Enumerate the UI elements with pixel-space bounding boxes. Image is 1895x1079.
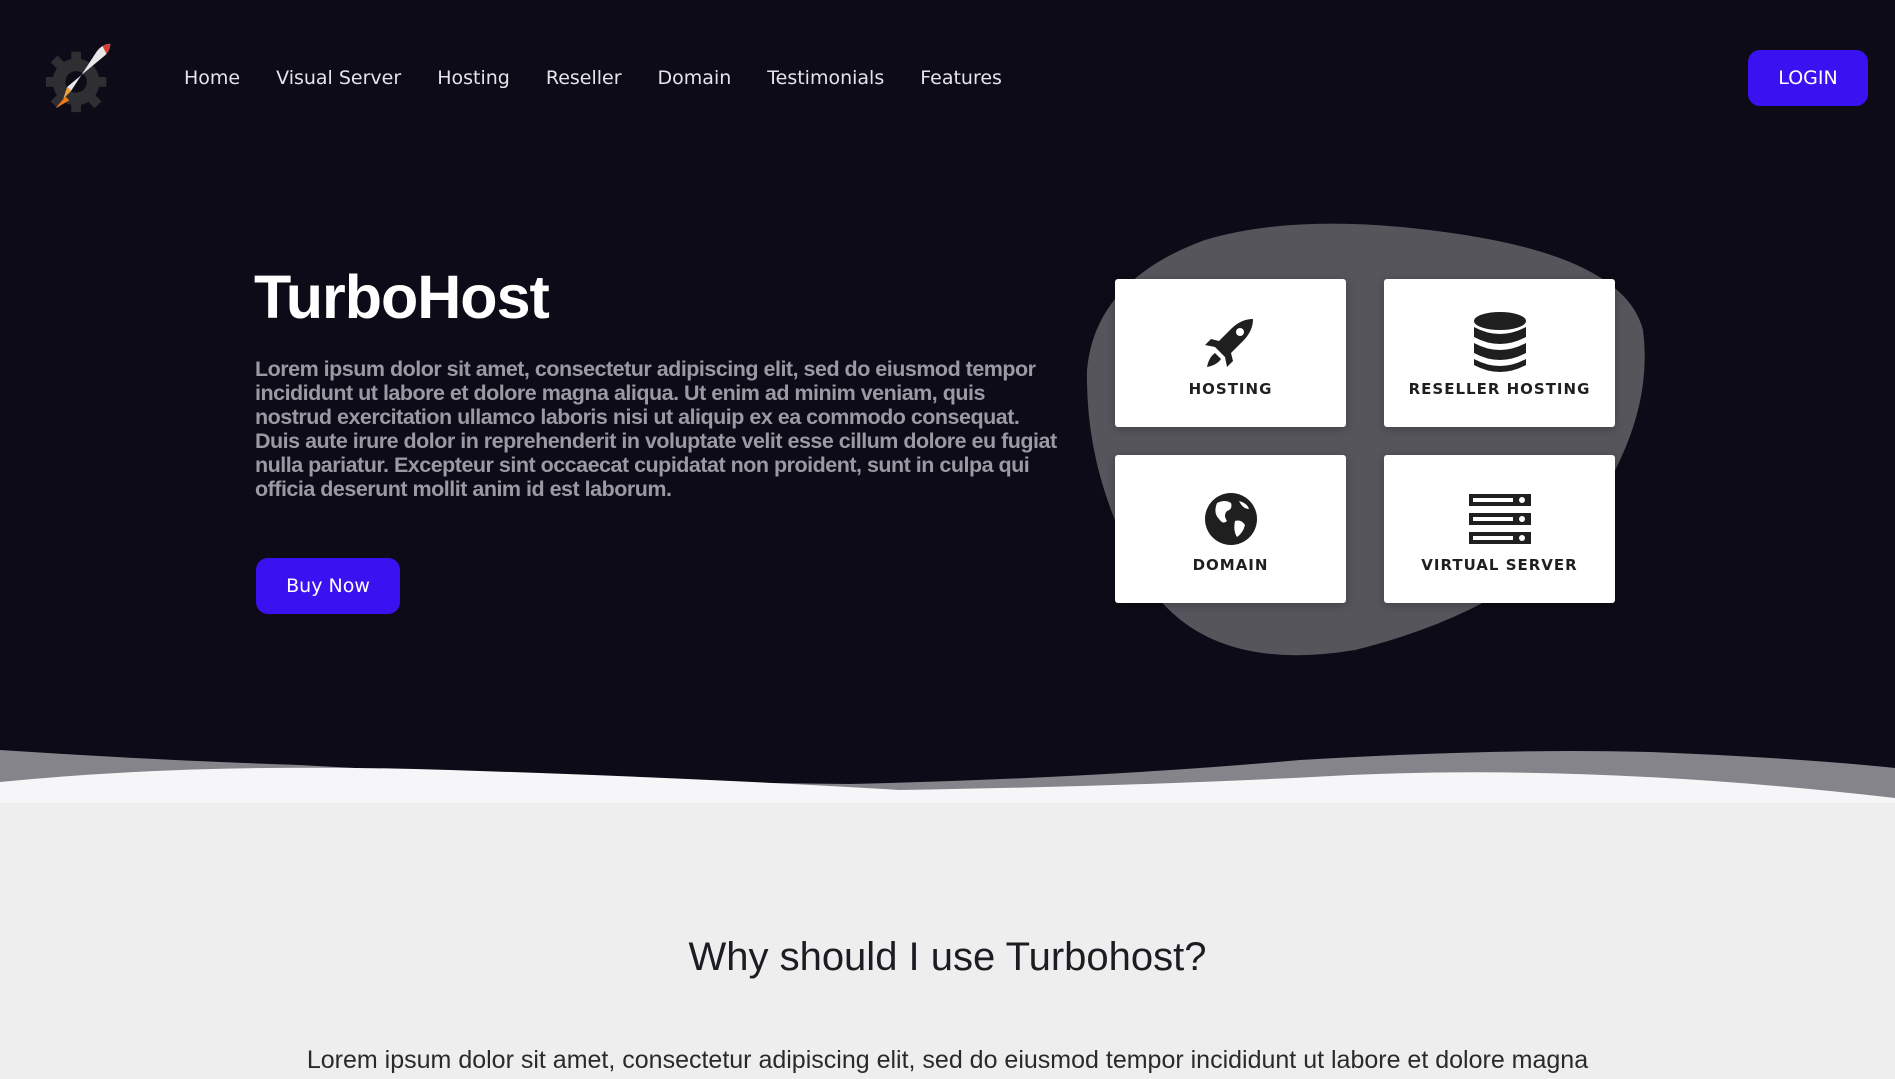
buy-now-button[interactable]: Buy Now bbox=[256, 558, 400, 614]
service-label-hosting: HOSTING bbox=[1188, 380, 1273, 398]
database-icon bbox=[1468, 311, 1532, 375]
rocket-icon bbox=[1199, 311, 1263, 375]
hero-section: Home Visual Server Hosting Reseller Doma… bbox=[0, 0, 1895, 803]
why-section-description: Lorem ipsum dolor sit amet, consectetur … bbox=[306, 1046, 1589, 1074]
rocket-gear-logo[interactable] bbox=[42, 38, 120, 116]
why-section-title: Why should I use Turbohost? bbox=[688, 935, 1207, 979]
hero-wave-divider bbox=[0, 750, 1895, 803]
globe-icon bbox=[1199, 487, 1263, 551]
nav-item-hosting[interactable]: Hosting bbox=[419, 62, 528, 94]
nav-item-home[interactable]: Home bbox=[166, 62, 258, 94]
service-label-domain: DOMAIN bbox=[1192, 556, 1269, 574]
hero-description: Lorem ipsum dolor sit amet, consectetur … bbox=[255, 357, 1057, 501]
login-button[interactable]: LOGIN bbox=[1748, 50, 1868, 106]
service-card-virtual-server[interactable]: VIRTUAL SERVER bbox=[1384, 455, 1615, 603]
nav-item-features[interactable]: Features bbox=[902, 62, 1020, 94]
nav-item-visual-server[interactable]: Visual Server bbox=[258, 62, 419, 94]
nav-item-domain[interactable]: Domain bbox=[640, 62, 750, 94]
service-card-reseller-hosting[interactable]: RESELLER HOSTING bbox=[1384, 279, 1615, 427]
service-card-domain[interactable]: DOMAIN bbox=[1115, 455, 1346, 603]
main-nav: Home Visual Server Hosting Reseller Doma… bbox=[166, 62, 1020, 94]
hero-title: TurboHost bbox=[254, 263, 550, 331]
nav-item-reseller[interactable]: Reseller bbox=[528, 62, 640, 94]
nav-item-testimonials[interactable]: Testimonials bbox=[749, 62, 902, 94]
service-label-virtual-server: VIRTUAL SERVER bbox=[1421, 556, 1578, 574]
service-card-hosting[interactable]: HOSTING bbox=[1115, 279, 1346, 427]
server-icon bbox=[1468, 487, 1532, 551]
service-label-reseller-hosting: RESELLER HOSTING bbox=[1408, 380, 1591, 398]
